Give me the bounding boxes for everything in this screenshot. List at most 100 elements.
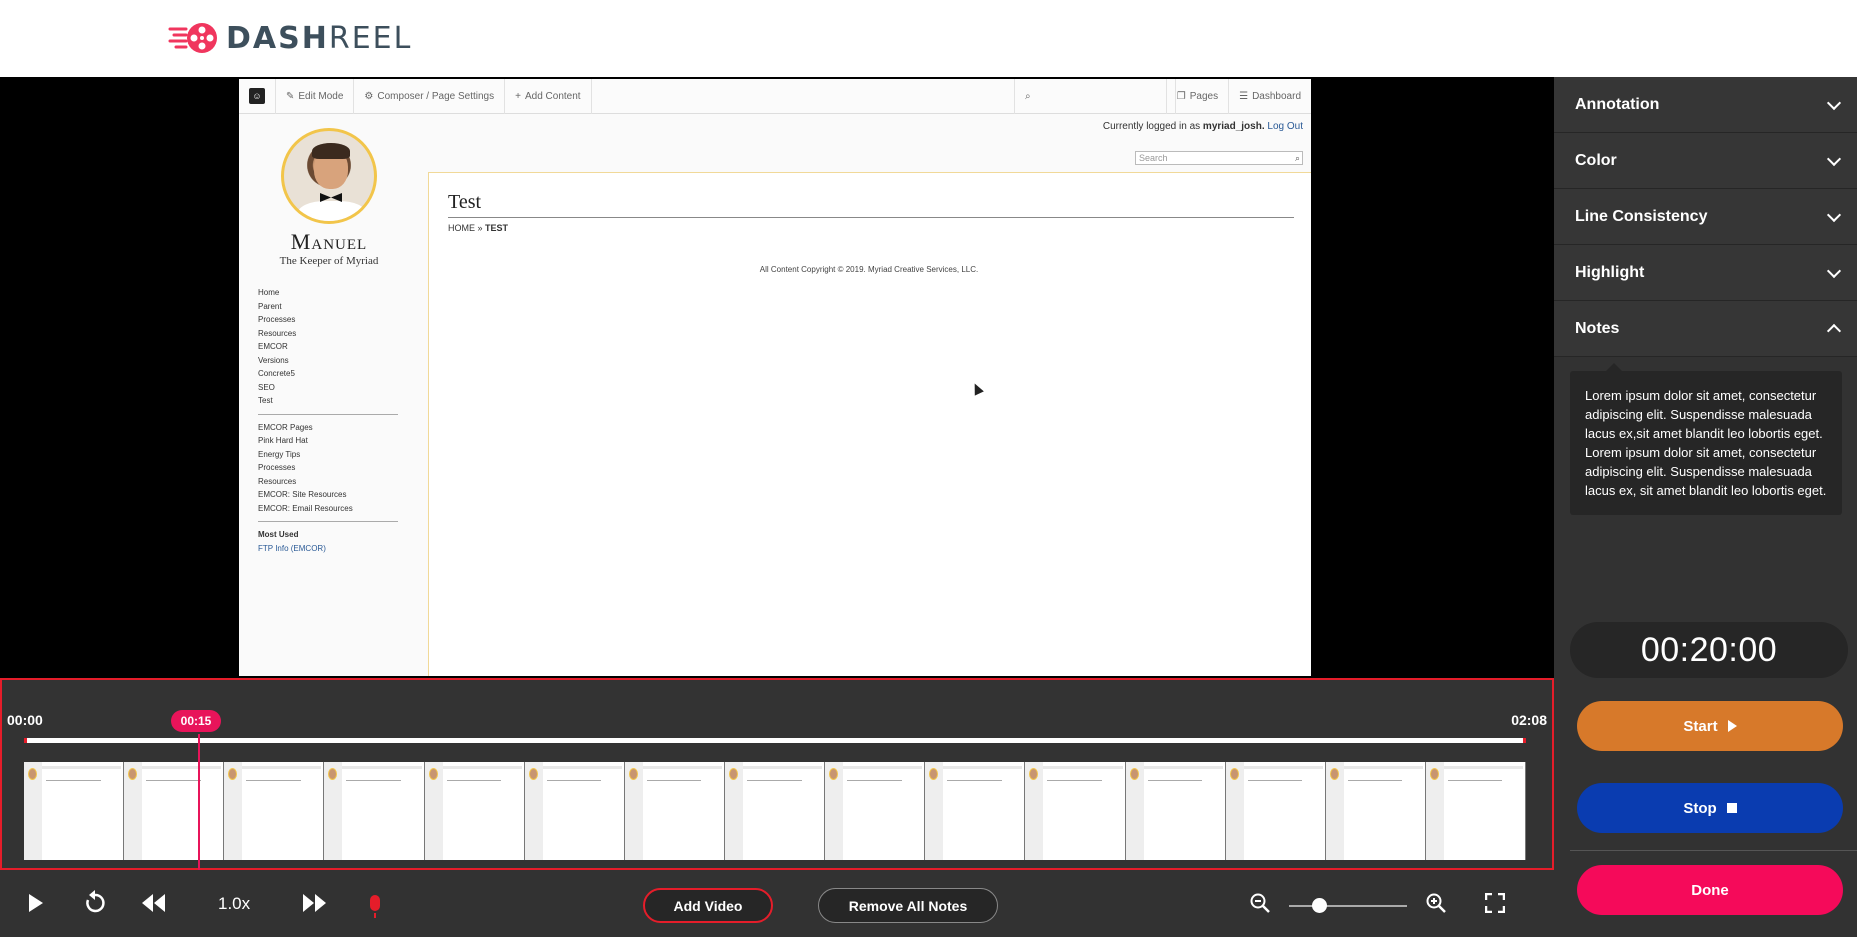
- title-rule: [448, 217, 1294, 218]
- timeline[interactable]: 00:00 00:15 02:08: [0, 678, 1554, 870]
- nav-item: Pink Hard Hat: [258, 436, 308, 445]
- nav-item: Home: [258, 288, 280, 297]
- pencil-icon: ✎: [286, 90, 295, 102]
- chevron-down-icon: [1826, 263, 1842, 278]
- thumbnail-frame[interactable]: [1025, 762, 1126, 860]
- done-button[interactable]: Done: [1577, 865, 1843, 915]
- thumbnail-frame[interactable]: [224, 762, 325, 860]
- thumbnail-frame[interactable]: [724, 762, 826, 860]
- nav-item: Versions: [258, 355, 289, 365]
- microphone-button[interactable]: [360, 888, 390, 918]
- nav-item: EMCOR Pages: [258, 422, 313, 432]
- site-search-field: Search ⌕: [1135, 151, 1303, 165]
- thumbnail-frame[interactable]: [324, 762, 425, 860]
- nav-item: SEO: [258, 382, 275, 392]
- thumbnail-frame[interactable]: [624, 762, 725, 860]
- play-button[interactable]: [21, 888, 51, 918]
- fast-forward-button[interactable]: [299, 888, 329, 918]
- thumbnail-frame[interactable]: [1325, 762, 1426, 860]
- cms-toolbar: ☺ ✎ Edit Mode ⚙ Composer / Page Settings +…: [239, 79, 1311, 114]
- nav-item: Resources: [258, 328, 297, 338]
- nav-item: Test: [258, 396, 273, 405]
- player-controls: 1.0x Add Video Remove All Notes: [0, 870, 1554, 937]
- cms-dashboard: ☰ Dashboard: [1228, 79, 1311, 114]
- notes-text[interactable]: Lorem ipsum dolor sit amet, consectetur …: [1570, 363, 1842, 515]
- playhead[interactable]: [197, 734, 200, 870]
- gear-icon: ⚙: [364, 90, 374, 102]
- copyright-text: All Content Copyright © 2019. Myriad Cre…: [759, 265, 979, 274]
- accordion-notes[interactable]: Notes: [1554, 301, 1857, 357]
- thumbnail-frame[interactable]: [124, 762, 225, 860]
- thumbnail-frame[interactable]: [524, 762, 625, 860]
- microphone-icon: [370, 895, 380, 918]
- most-used-link: FTP Info (EMCOR): [258, 543, 326, 553]
- app-header: DASHREEL: [0, 0, 1857, 77]
- dashreel-logo[interactable]: DASHREEL: [168, 18, 412, 58]
- chevron-down-icon: [1826, 95, 1842, 110]
- stop-button[interactable]: Stop: [1577, 783, 1843, 833]
- zoom-out-button[interactable]: [1245, 888, 1275, 918]
- zoom-out-icon: [1250, 893, 1270, 913]
- stop-icon: [1726, 803, 1737, 813]
- panel-divider: [1570, 850, 1857, 851]
- thumbnail-frame[interactable]: [925, 762, 1026, 860]
- page-title: Test: [448, 191, 482, 213]
- thumbnail-frame[interactable]: [825, 762, 926, 860]
- login-status: Currently logged in as myriad_josh. Log …: [1102, 121, 1303, 132]
- replay-button[interactable]: [80, 888, 110, 918]
- pages-icon: ❐: [1176, 90, 1186, 102]
- playback-speed[interactable]: 1.0x: [218, 894, 250, 914]
- thumbnail-frame[interactable]: [1125, 762, 1226, 860]
- accordion-annotation[interactable]: Annotation: [1554, 77, 1857, 133]
- accordion-highlight[interactable]: Highlight: [1554, 245, 1857, 301]
- most-used-heading: Most Used: [258, 530, 299, 539]
- add-video-button[interactable]: Add Video: [643, 888, 773, 923]
- accordion-color[interactable]: Color: [1554, 133, 1857, 189]
- timeline-start-time: 00:00: [7, 712, 43, 728]
- chevron-down-icon: [1826, 207, 1842, 222]
- nav-item: EMCOR: Site Resources: [258, 490, 347, 499]
- remove-all-notes-button[interactable]: Remove All Notes: [818, 888, 998, 923]
- nav-divider: [258, 521, 398, 522]
- zoom-slider-knob[interactable]: [1311, 898, 1327, 913]
- timeline-end-time: 02:08: [1511, 712, 1547, 728]
- zoom-in-button[interactable]: [1421, 888, 1451, 918]
- current-time-badge[interactable]: 00:15: [171, 710, 221, 732]
- timeline-scrubber[interactable]: [24, 738, 1526, 743]
- site-name: Manuel: [290, 229, 368, 254]
- plus-icon: +: [515, 90, 521, 102]
- cms-logo-icon: ☺: [239, 79, 276, 114]
- logout-link: Log Out: [1267, 121, 1303, 132]
- nav-item: Resources: [258, 476, 297, 486]
- fullscreen-button[interactable]: [1480, 888, 1510, 918]
- cms-search: ⌕: [1014, 79, 1176, 114]
- nav-item: Processes: [258, 463, 296, 472]
- rewind-button[interactable]: [139, 888, 169, 918]
- video-stage[interactable]: ☺ ✎ Edit Mode ⚙ Composer / Page Settings +…: [0, 77, 1554, 678]
- search-icon: ⌕: [1294, 153, 1300, 163]
- avatar: [281, 128, 377, 224]
- chevron-down-icon: [1826, 151, 1842, 166]
- thumbnail-strip[interactable]: [24, 762, 1527, 860]
- replay-icon: [86, 890, 105, 913]
- play-icon: [1727, 720, 1737, 732]
- thumbnail-frame[interactable]: [24, 762, 125, 860]
- start-button[interactable]: Start: [1577, 701, 1843, 751]
- thumbnail-frame[interactable]: [1425, 762, 1527, 860]
- nav-item: Energy Tips: [258, 449, 301, 459]
- rewind-icon: [142, 894, 165, 912]
- right-panel: Annotation Color Line Consistency Highli…: [1554, 77, 1857, 937]
- nav-item: Concrete5: [258, 369, 295, 378]
- notes-section: Lorem ipsum dolor sit amet, consectetur …: [1554, 357, 1857, 527]
- cms-add-content: + Add Content: [505, 79, 592, 114]
- logo-wordmark: DASHREEL: [226, 20, 413, 56]
- countdown-timer: 00:20:00: [1570, 622, 1848, 678]
- thumbnail-frame[interactable]: [1225, 762, 1326, 860]
- zoom-in-icon: [1426, 893, 1446, 913]
- zoom-slider-track[interactable]: [1289, 905, 1407, 907]
- thumbnail-frame[interactable]: [424, 762, 525, 860]
- accordion-line-consistency[interactable]: Line Consistency: [1554, 189, 1857, 245]
- breadcrumb: HOME » TEST: [448, 223, 509, 233]
- nav-divider: [258, 413, 398, 415]
- nav-item: Parent: [258, 301, 282, 311]
